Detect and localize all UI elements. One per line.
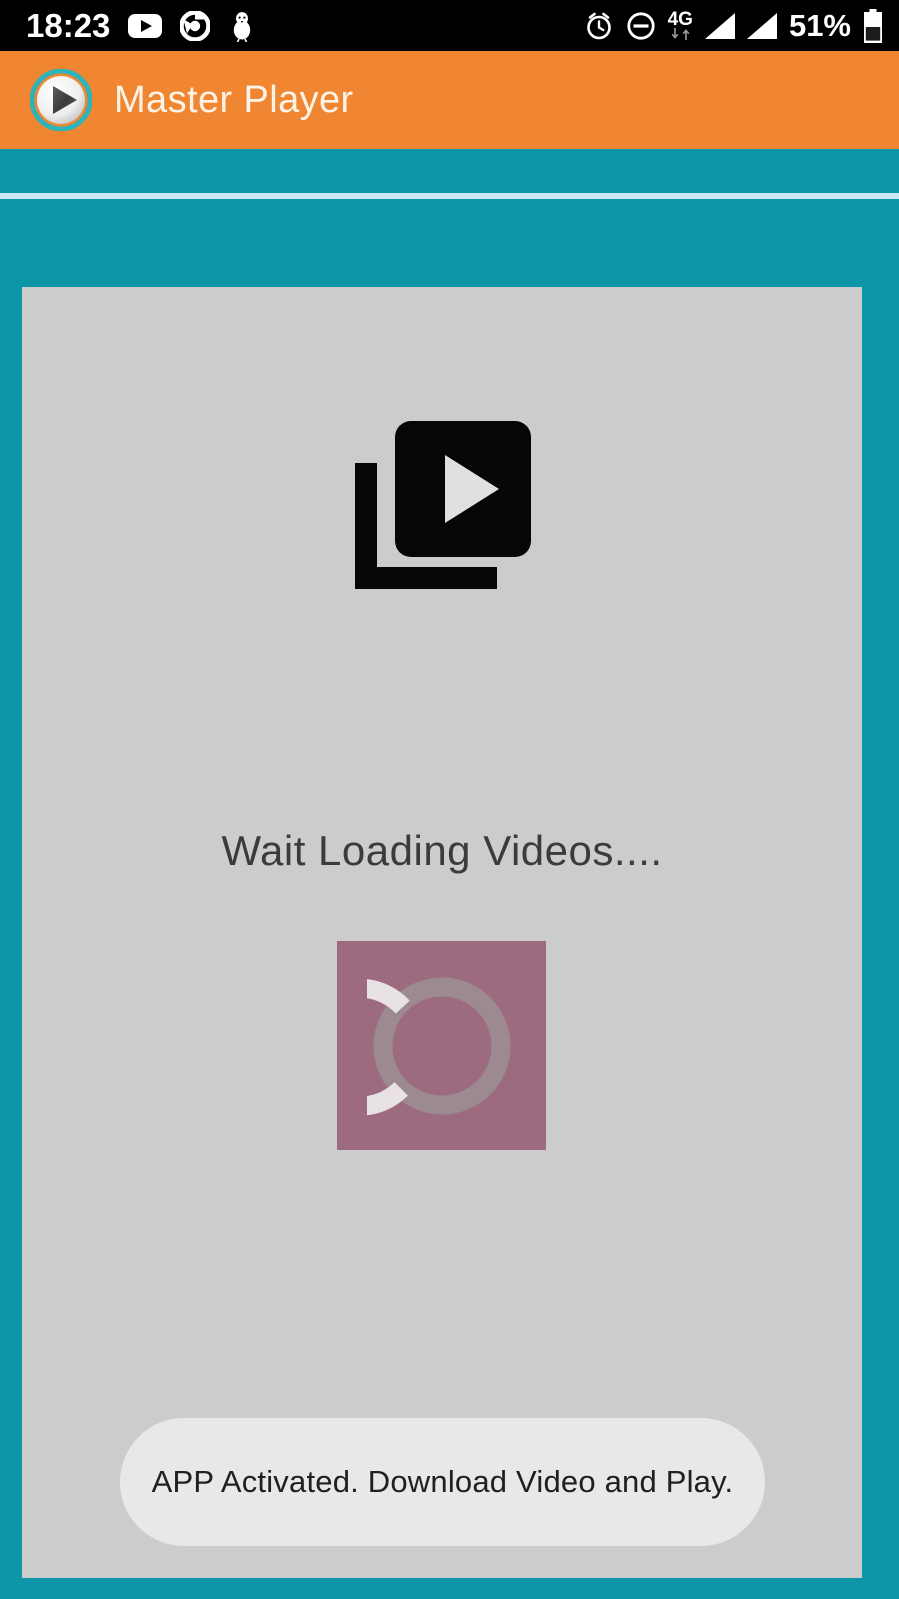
status-bar-right: 4G 51%: [584, 8, 883, 44]
app-title: Master Player: [114, 78, 354, 121]
network-label: 4G: [667, 8, 693, 30]
content-card: Wait Loading Videos.... APP Activated. D…: [22, 287, 862, 1578]
play-circle-logo-icon: [29, 68, 93, 132]
do-not-disturb-icon: [626, 11, 656, 41]
app-bar: Master Player: [0, 51, 899, 149]
toast-notification: APP Activated. Download Video and Play.: [120, 1418, 765, 1546]
bird-icon: [228, 10, 256, 42]
chrome-icon: [179, 9, 212, 42]
status-bar-left: 18:23: [26, 9, 256, 42]
signal-bars-icon-1: [704, 12, 735, 39]
teal-band-lower: [0, 199, 899, 287]
alarm-icon: [584, 11, 614, 41]
signal-bars-icon-2: [746, 12, 777, 39]
status-bar: 18:23 4G 51%: [0, 0, 899, 51]
phone-screen: 18:23 4G 51% Master Player Wait Loading …: [0, 0, 899, 1599]
status-bar-clock: 18:23: [26, 7, 111, 44]
youtube-icon: [128, 13, 163, 38]
loading-text: Wait Loading Videos....: [221, 827, 663, 874]
battery-icon: [863, 8, 883, 43]
video-library-icon: [347, 415, 537, 595]
4g-data-icon: 4G: [667, 8, 693, 41]
teal-band-upper: [0, 149, 899, 193]
battery-percent-label: 51%: [788, 7, 851, 43]
loading-spinner-icon: [290, 971, 517, 1121]
spinner-container: [290, 941, 546, 1150]
data-arrows-icon: [671, 28, 690, 41]
toast-message: APP Activated. Download Video and Play.: [151, 1464, 734, 1499]
